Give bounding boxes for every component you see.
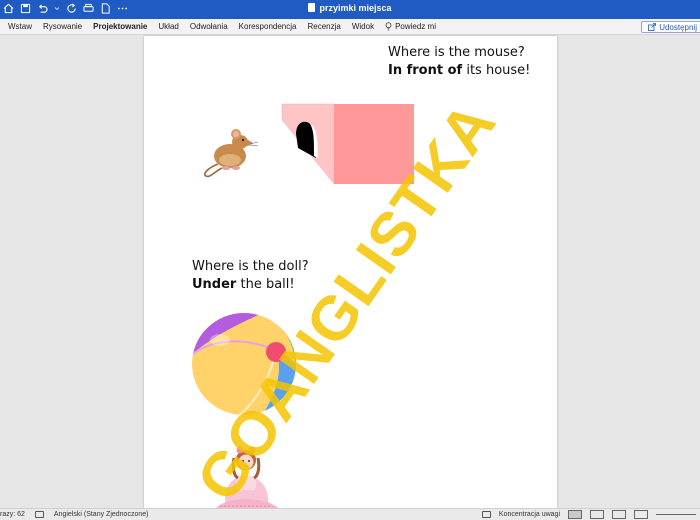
doll-question-block[interactable]: Where is the doll? Under the ball! bbox=[192, 258, 309, 294]
share-button[interactable]: Udostępnij bbox=[641, 21, 700, 33]
status-right: Koncentracja uwagi bbox=[481, 510, 696, 519]
tab-korespondencja[interactable]: Korespondencja bbox=[239, 22, 297, 31]
mouse-answer-preposition: In front of bbox=[388, 63, 463, 78]
draft-view-button[interactable] bbox=[634, 510, 648, 519]
language-status[interactable]: Angielski (Stany Zjednoczone) bbox=[54, 511, 149, 518]
mouse-question-block[interactable]: Where is the mouse? In front of its hous… bbox=[388, 44, 530, 80]
tell-me-label: Powiedz mi bbox=[395, 22, 436, 31]
tab-widok[interactable]: Widok bbox=[352, 22, 374, 31]
document-page[interactable]: Where is the mouse? In front of its hous… bbox=[144, 36, 557, 508]
mouse-question: Where is the mouse? bbox=[388, 45, 525, 60]
zoom-slider[interactable] bbox=[656, 514, 696, 515]
tab-projektowanie[interactable]: Projektowanie bbox=[93, 22, 147, 31]
share-label: Udostępnij bbox=[659, 22, 697, 32]
web-layout-view-button[interactable] bbox=[590, 510, 604, 519]
focus-mode[interactable]: Koncentracja uwagi bbox=[499, 511, 560, 518]
tab-wstaw[interactable]: Wstaw bbox=[8, 22, 32, 31]
window-title: przyimki miejsca bbox=[0, 3, 700, 13]
lightbulb-icon bbox=[385, 22, 392, 31]
doll-answer-rest: the ball! bbox=[236, 277, 295, 292]
mouse-house-illustration[interactable] bbox=[280, 100, 416, 188]
document-title: przyimki miejsca bbox=[319, 3, 392, 13]
tab-uklad[interactable]: Układ bbox=[158, 22, 178, 31]
beach-ball-illustration[interactable] bbox=[190, 310, 300, 418]
doll-question: Where is the doll? bbox=[192, 259, 309, 274]
status-bar: razy: 62 Angielski (Stany Zjednoczone) K… bbox=[0, 508, 700, 520]
mouse-answer-rest: its house! bbox=[462, 63, 531, 78]
doll-answer: Under the ball! bbox=[192, 276, 309, 294]
focus-icon[interactable] bbox=[481, 511, 491, 518]
doll-illustration[interactable] bbox=[210, 436, 282, 508]
tell-me-search[interactable]: Powiedz mi bbox=[385, 22, 436, 31]
proofing-icon[interactable] bbox=[34, 511, 44, 518]
title-bar: przyimki miejsca bbox=[0, 0, 700, 19]
ribbon: Wstaw Rysowanie Projektowanie Układ Odwo… bbox=[0, 19, 700, 35]
doll-answer-preposition: Under bbox=[192, 277, 237, 292]
tab-recenzja[interactable]: Recenzja bbox=[307, 22, 340, 31]
status-left: razy: 62 Angielski (Stany Zjednoczone) bbox=[0, 511, 148, 518]
mouse-illustration[interactable] bbox=[200, 120, 264, 178]
word-count[interactable]: razy: 62 bbox=[0, 511, 25, 518]
share-icon bbox=[648, 23, 657, 31]
outline-view-button[interactable] bbox=[612, 510, 626, 519]
tab-rysowanie[interactable]: Rysowanie bbox=[43, 22, 82, 31]
ribbon-tabs: Wstaw Rysowanie Projektowanie Układ Odwo… bbox=[8, 22, 436, 31]
print-layout-view-button[interactable] bbox=[568, 510, 582, 519]
tab-odwolania[interactable]: Odwołania bbox=[190, 22, 228, 31]
mouse-answer: In front of its house! bbox=[388, 62, 530, 80]
document-icon bbox=[308, 3, 316, 12]
